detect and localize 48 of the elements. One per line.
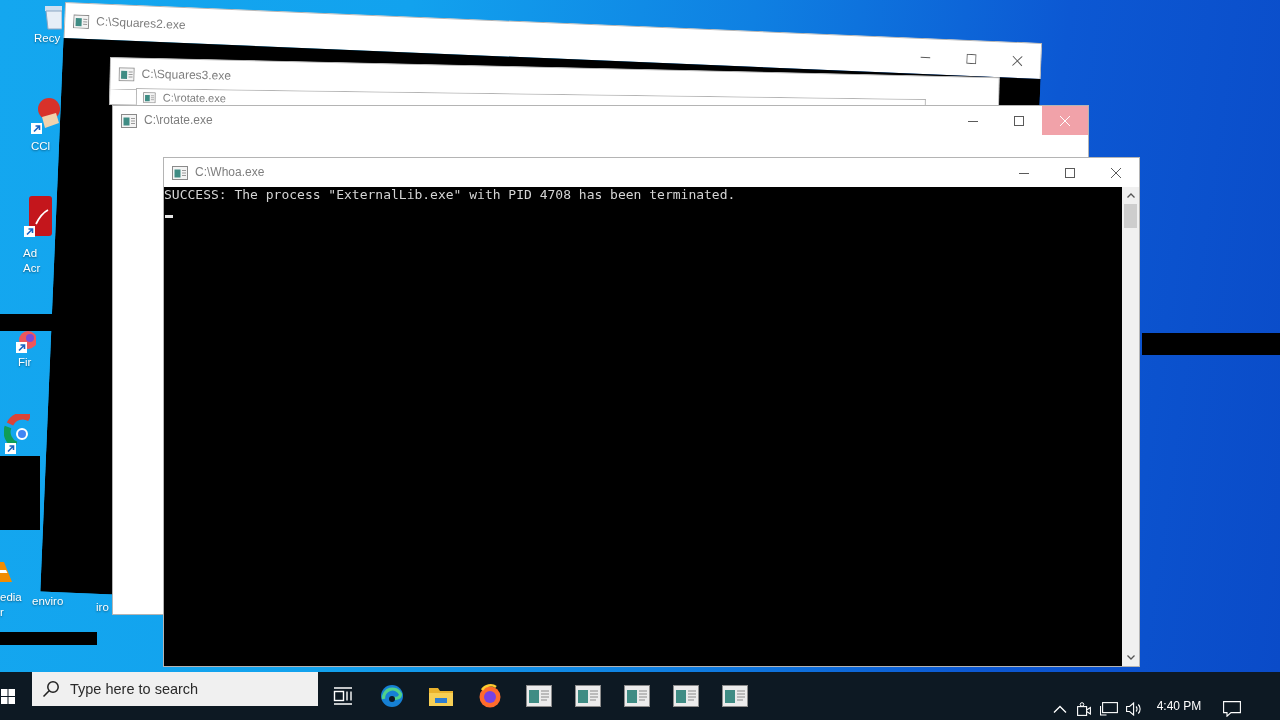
search-icon	[42, 680, 60, 698]
maximize-icon	[1065, 167, 1075, 178]
window-title: C:\Whoa.exe	[195, 165, 265, 180]
chevron-down-icon	[1126, 655, 1135, 660]
icon-label: Recy	[34, 31, 61, 46]
chevron-up-icon	[1053, 705, 1067, 713]
app-shortcut-icon[interactable]	[14, 330, 36, 354]
maximize-icon	[966, 53, 977, 64]
icon-label: Ad Acr	[23, 246, 41, 276]
chevron-up-icon	[1126, 193, 1135, 198]
console-window-icon	[574, 685, 601, 707]
console-app-icon	[172, 165, 188, 180]
monitor-icon	[1100, 702, 1118, 716]
scrollbar[interactable]	[1122, 187, 1139, 666]
icon-label: edia r	[0, 590, 22, 620]
speaker-icon	[1126, 702, 1142, 716]
console-line: SUCCESS: The process "ExternalLib.exe" with PID 4708 has been terminated.	[164, 187, 736, 203]
console-window-icon	[525, 685, 552, 707]
icon-label: CCl	[31, 139, 51, 154]
window-title: C:\rotate.exe	[162, 90, 226, 105]
icon-label: Fir	[18, 355, 32, 370]
console-window-icon	[623, 685, 650, 707]
console-window-icon	[721, 685, 748, 707]
console-app-icon	[142, 91, 156, 103]
text-cursor	[165, 215, 173, 218]
console-app-icon	[121, 113, 137, 128]
globe-logo-icon	[477, 684, 502, 708]
notification-icon	[1223, 701, 1241, 717]
search-field[interactable]: Type here to search	[32, 672, 318, 706]
swirl-logo-icon	[379, 684, 404, 708]
folder-icon	[428, 686, 453, 706]
windows-logo-icon	[1, 688, 15, 704]
maximize-icon	[1014, 115, 1024, 126]
icon-label: iro	[96, 600, 109, 615]
close-icon	[1012, 55, 1023, 66]
window-title: C:\Squares3.exe	[141, 66, 232, 84]
clock[interactable]: 4:40 PM	[1146, 697, 1212, 715]
close-icon	[1111, 167, 1121, 178]
icon-label: enviro	[32, 594, 64, 609]
console-window-icon	[672, 685, 699, 707]
camera-icon	[1077, 702, 1091, 716]
window-title: C:\Squares2.exe	[95, 14, 186, 34]
console-app-icon	[118, 66, 135, 82]
console-app-icon	[72, 13, 90, 29]
window-title: C:\rotate.exe	[144, 113, 213, 128]
scroll-thumb[interactable]	[1124, 204, 1137, 228]
close-icon	[1060, 115, 1070, 126]
task-view-icon	[332, 687, 353, 705]
